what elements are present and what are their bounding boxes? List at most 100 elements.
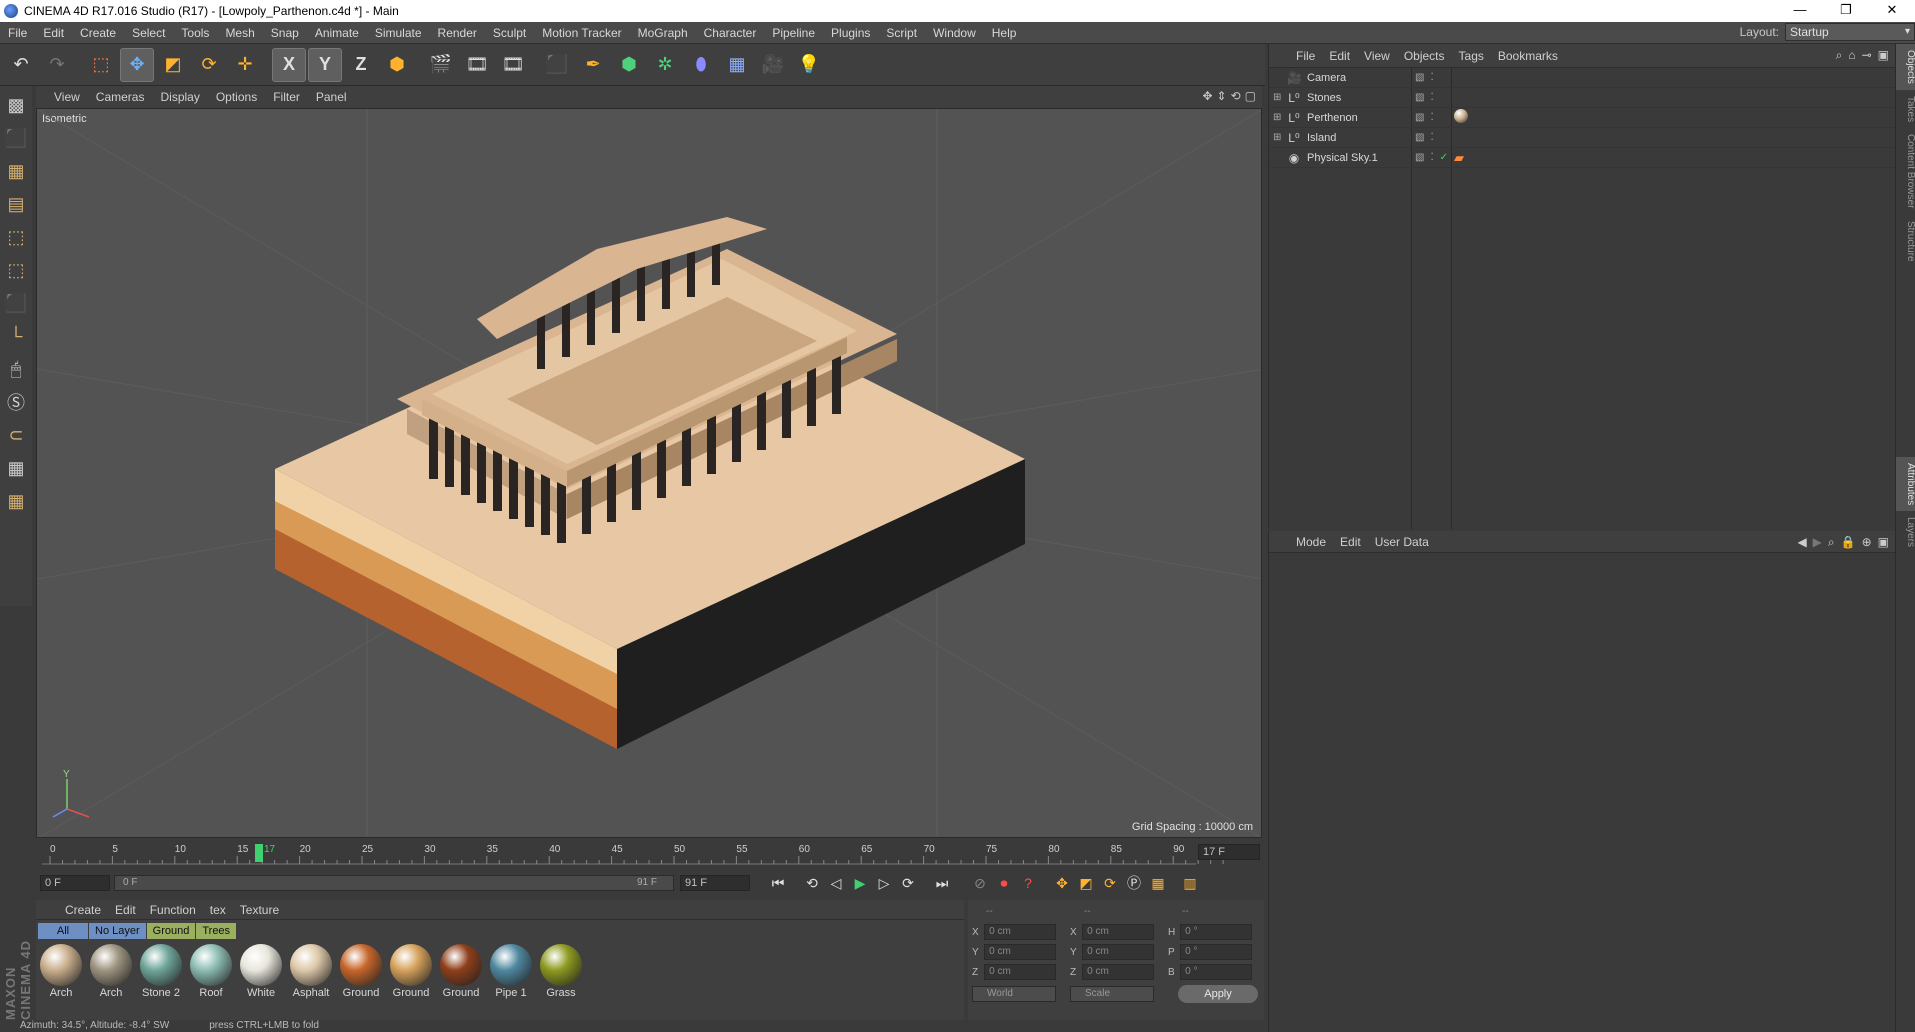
- visibility-flags[interactable]: ▧ ⁚: [1415, 132, 1434, 143]
- live-selection-button[interactable]: ⬚: [84, 48, 118, 82]
- link-icon[interactable]: ⊸: [1862, 48, 1872, 63]
- menu-snap[interactable]: Snap: [263, 26, 307, 40]
- search-icon[interactable]: ⌕: [1828, 535, 1835, 550]
- render-settings-button[interactable]: 🎞: [496, 48, 530, 82]
- forward-arrow-icon[interactable]: ▶: [1813, 535, 1822, 550]
- prev-frame-button[interactable]: ◁: [824, 871, 848, 895]
- filter-trees[interactable]: Trees: [196, 923, 237, 939]
- filter-ground[interactable]: Ground: [146, 923, 196, 939]
- pan-icon[interactable]: ✥: [1202, 89, 1212, 103]
- pen-spline-button[interactable]: ✒: [576, 48, 610, 82]
- key-scale-button[interactable]: ◩: [1074, 871, 1098, 895]
- scale-tool-button[interactable]: ◩: [156, 48, 190, 82]
- axis-mode-button[interactable]: └: [2, 321, 30, 351]
- key-rotation-button[interactable]: ⟳: [1098, 871, 1122, 895]
- object-row[interactable]: 🎥 Camera ▧ ⁚: [1269, 68, 1895, 88]
- side-tab-takes[interactable]: Takes: [1896, 90, 1915, 128]
- timeline-window-button[interactable]: ▥: [1178, 871, 1202, 895]
- autokey-button[interactable]: ⏺: [992, 871, 1016, 895]
- texture-mode-button[interactable]: ▦: [2, 156, 30, 186]
- material-swatch[interactable]: Grass: [538, 944, 584, 999]
- material-swatch[interactable]: Roof: [188, 944, 234, 999]
- material-menu-edit[interactable]: Edit: [108, 903, 143, 917]
- camera-button[interactable]: 🎥: [756, 48, 790, 82]
- enabled-check-icon[interactable]: ✓: [1440, 152, 1448, 163]
- lock-icon[interactable]: 🔒: [1841, 535, 1856, 550]
- menu-render[interactable]: Render: [430, 26, 485, 40]
- object-row[interactable]: ⊞ L⁰ Perthenon ▧ ⁚: [1269, 108, 1895, 128]
- menu-plugins[interactable]: Plugins: [823, 26, 878, 40]
- coord-space-dropdown[interactable]: World: [972, 986, 1056, 1002]
- menu-script[interactable]: Script: [878, 26, 925, 40]
- floor-button[interactable]: ▦: [720, 48, 754, 82]
- render-view-button[interactable]: 🎬: [424, 48, 458, 82]
- material-menu-tex[interactable]: tex: [203, 903, 233, 917]
- menu-animate[interactable]: Animate: [307, 26, 367, 40]
- viewport-menu-panel[interactable]: Panel: [308, 90, 355, 104]
- home-icon[interactable]: ⌂: [1848, 48, 1855, 63]
- visibility-flags[interactable]: ▧ ⁚ ✓: [1415, 152, 1448, 163]
- model-mode-button[interactable]: ⬛: [2, 123, 30, 153]
- layout-dropdown[interactable]: Startup: [1785, 23, 1915, 41]
- side-tab-layers[interactable]: Layers: [1896, 511, 1915, 553]
- material-swatch[interactable]: Ground: [338, 944, 384, 999]
- object-menu-bookmarks[interactable]: Bookmarks: [1491, 49, 1565, 63]
- key-parameter-button[interactable]: Ⓟ: [1122, 871, 1146, 895]
- material-swatch[interactable]: Ground: [388, 944, 434, 999]
- menu-file[interactable]: File: [0, 26, 35, 40]
- attribute-menu-edit[interactable]: Edit: [1333, 535, 1368, 549]
- material-tag-icon[interactable]: [1454, 109, 1468, 123]
- timeline-ruler[interactable]: 0 5 10 15 20 25 30 35 40 45 50 55 60 65 70 75 80 85 90 17 1…: [36, 838, 1262, 868]
- expand-toggle-icon[interactable]: ⊞: [1273, 132, 1285, 143]
- menu-create[interactable]: Create: [72, 26, 124, 40]
- menu-tools[interactable]: Tools: [173, 26, 217, 40]
- maximize-view-icon[interactable]: ▢: [1245, 89, 1256, 103]
- side-tab-structure[interactable]: Structure: [1896, 215, 1915, 268]
- prev-key-button[interactable]: ⟲: [800, 871, 824, 895]
- cloner-button[interactable]: ✲: [648, 48, 682, 82]
- material-menu-create[interactable]: Create: [58, 903, 108, 917]
- menu-simulate[interactable]: Simulate: [367, 26, 430, 40]
- menu-window[interactable]: Window: [925, 26, 984, 40]
- 3d-viewport[interactable]: Isometric Y Grid Spacing: 10000 cm: [36, 108, 1262, 838]
- object-row[interactable]: ◉ Physical Sky.1 ▧ ⁚ ✓ ▰: [1269, 148, 1895, 168]
- material-swatch[interactable]: Asphalt: [288, 944, 334, 999]
- object-menu-file[interactable]: File: [1289, 49, 1322, 63]
- material-menu-function[interactable]: Function: [143, 903, 203, 917]
- record-keys-button[interactable]: ⊘: [968, 871, 992, 895]
- goto-start-button[interactable]: ⏮: [766, 871, 790, 895]
- key-pla-button[interactable]: ▦: [1146, 871, 1170, 895]
- expand-toggle-icon[interactable]: ⊞: [1273, 92, 1285, 103]
- attribute-menu-mode[interactable]: Mode: [1289, 535, 1333, 549]
- material-swatch[interactable]: Arch: [88, 944, 134, 999]
- minimize-button[interactable]: —: [1777, 0, 1823, 22]
- new-attribute-manager-icon[interactable]: ⊕: [1862, 535, 1872, 550]
- frame-range-slider[interactable]: 0 F 91 F: [114, 875, 674, 891]
- menu-select[interactable]: Select: [124, 26, 173, 40]
- next-key-button[interactable]: ⟳: [896, 871, 920, 895]
- y-axis-button[interactable]: Y: [308, 47, 342, 82]
- key-position-button[interactable]: ✥: [1050, 871, 1074, 895]
- close-button[interactable]: ✕: [1869, 0, 1915, 22]
- z-axis-button[interactable]: Z: [344, 48, 378, 82]
- solo-button[interactable]: Ⓢ: [2, 387, 30, 417]
- coordinate-value-field[interactable]: 0 cm: [984, 944, 1056, 960]
- play-button[interactable]: ▶: [848, 871, 872, 895]
- coord-scale-dropdown[interactable]: Scale: [1070, 986, 1154, 1002]
- locked-workplane-button[interactable]: ▦: [2, 453, 30, 483]
- current-frame-field[interactable]: 17 F: [1198, 844, 1260, 860]
- goto-end-button[interactable]: ⏭: [930, 871, 954, 895]
- object-menu-edit[interactable]: Edit: [1322, 49, 1357, 63]
- redo-button[interactable]: ↷: [40, 48, 74, 82]
- x-axis-button[interactable]: X: [272, 47, 306, 82]
- coordinate-value-field[interactable]: 0 °: [1180, 964, 1252, 980]
- end-frame-field[interactable]: 91 F: [680, 875, 750, 891]
- coordinate-value-field[interactable]: 0 cm: [984, 964, 1056, 980]
- menu-help[interactable]: Help: [984, 26, 1025, 40]
- visibility-flags[interactable]: ▧ ⁚: [1415, 72, 1434, 83]
- search-icon[interactable]: ⌕: [1836, 48, 1843, 63]
- cube-object-button[interactable]: ⬛: [540, 48, 574, 82]
- menu-sculpt[interactable]: Sculpt: [485, 26, 534, 40]
- viewport-menu-options[interactable]: Options: [208, 90, 265, 104]
- edges-mode-button[interactable]: ⬚: [2, 255, 30, 285]
